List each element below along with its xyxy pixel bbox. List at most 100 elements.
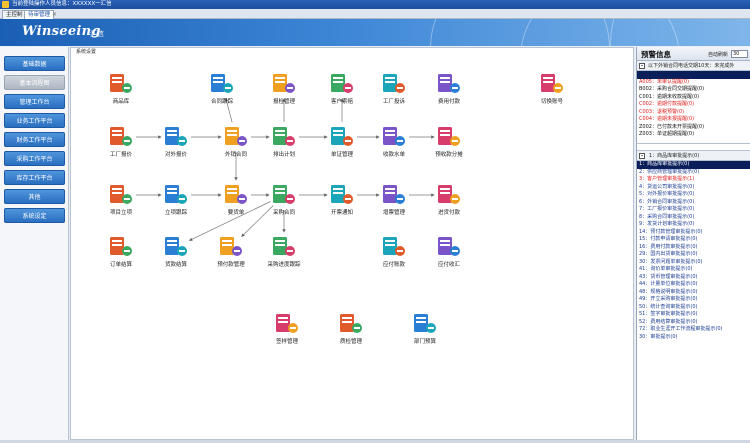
audit-item[interactable]: 15：付款申请审批提示(0) — [637, 236, 750, 244]
audit-item[interactable]: 1：商品库审批提示(0) — [637, 161, 750, 169]
node-label: 要货单 — [228, 208, 245, 216]
audit-item[interactable]: 7：工厂报价审批提示(0) — [637, 206, 750, 214]
audit-item[interactable]: 49：开立采购审批提示(0) — [637, 296, 750, 304]
node-label: 工厂报价 — [110, 150, 133, 158]
tab-pending-review[interactable]: 待审管理 — [24, 10, 55, 19]
audit-item[interactable]: 4：货运公司审批提示(0) — [637, 184, 750, 192]
sidebar-item-8[interactable]: 系统设定 — [4, 208, 65, 223]
window-title: 当前登陆操作人员信息：XXXXXX一汇信 — [12, 1, 112, 7]
node-sales-contract[interactable]: 外销合同 — [225, 127, 248, 158]
sidebar-item-1[interactable]: 基本流程图 — [4, 75, 65, 90]
progress-icon — [273, 237, 295, 256]
node-label: 进货付款 — [438, 208, 461, 216]
sidebar-item-0[interactable]: 基础数据 — [4, 56, 65, 71]
node-label: 应付收汇 — [438, 260, 461, 268]
switch-user-icon — [541, 74, 563, 93]
warning-item[interactable]: C002：逾期付款提醒(0) — [637, 101, 750, 109]
sidebar-item-5[interactable]: 采购工作平台 — [4, 151, 65, 166]
node-expense-pay[interactable]: 费用付款 — [438, 74, 461, 105]
brand-logo-cn: 汇信 — [90, 30, 104, 38]
node-request[interactable]: 要货单 — [225, 185, 247, 216]
node-prepay[interactable]: 预收款分摊 — [435, 127, 463, 158]
warning-item[interactable]: Z002：已付款未开票提醒(0) — [637, 124, 750, 132]
node-factory-quote[interactable]: 工厂报价 — [110, 127, 133, 158]
node-quote[interactable]: 对外报价 — [165, 127, 188, 158]
warning-item[interactable]: B002：采购合同交期提醒(0) — [637, 86, 750, 94]
warning-item[interactable]: C001：逾期未收款提醒(0) — [637, 94, 750, 102]
node-forex[interactable]: 应付收汇 — [438, 237, 461, 268]
node-switch-user[interactable]: 切换账号 — [541, 74, 564, 105]
audit-item[interactable]: 6：外销合同审批提示(0) — [637, 199, 750, 207]
warning-item[interactable]: C003：退税预警(0) — [637, 109, 750, 117]
node-payable[interactable]: 应付账款 — [383, 237, 406, 268]
audit-item[interactable]: 30：发票问题单审批提示(0) — [637, 259, 750, 267]
audit-item[interactable]: 14：预付款管理审批提示(0) — [637, 229, 750, 237]
purchase-pay-icon — [438, 185, 460, 204]
node-receipt[interactable]: 收款水单 — [383, 127, 406, 158]
audit-item[interactable]: 51：签字审批审批提示(0) — [637, 311, 750, 319]
warning-item[interactable] — [637, 71, 750, 79]
sidebar-item-7[interactable]: 其他 — [4, 189, 65, 204]
node-inspection[interactable]: 报检管理 — [273, 74, 296, 105]
node-project[interactable]: 项目立项 — [110, 185, 133, 216]
warning-section-header[interactable]: - 以下外销合同电话交期10天：未完成外 — [637, 61, 750, 71]
warning-item[interactable]: A005：未审认提醒(0) — [637, 79, 750, 87]
close-tab-icon[interactable]: × — [52, 11, 57, 18]
node-project-track[interactable]: 立项跟踪 — [165, 185, 188, 216]
node-qc[interactable]: 质检管理 — [340, 314, 363, 345]
refresh-interval-select[interactable]: 30 — [731, 50, 748, 58]
node-contract-track[interactable]: 合同跟踪 — [211, 74, 234, 105]
node-document[interactable]: 单证管理 — [331, 127, 354, 158]
node-order-settle[interactable]: 订单结算 — [110, 237, 133, 268]
audit-item[interactable]: 43：货币管理审批提示(0) — [637, 274, 750, 282]
audit-item[interactable]: 41：询价单审批提示(0) — [637, 266, 750, 274]
node-progress[interactable]: 采购进度跟踪 — [267, 237, 301, 268]
audit-item[interactable]: 30：审批提示(0) — [637, 334, 750, 342]
node-label: 商品库 — [113, 97, 130, 105]
audit-item[interactable]: 9：发货计划审批提示(0) — [637, 221, 750, 229]
qc-icon — [340, 314, 362, 333]
warning-item[interactable]: Z003：单证超期提醒(0) — [637, 131, 750, 139]
node-budget[interactable]: 部门预算 — [414, 314, 437, 345]
audit-item[interactable]: 72：职业生涯开工作流程审批提示(0) — [637, 326, 750, 334]
alert-header: 预警信息 自动刷新 30 — [637, 47, 750, 61]
sidebar-item-4[interactable]: 财务工作平台 — [4, 132, 65, 147]
node-label: 预付款管理 — [217, 260, 245, 268]
audit-item[interactable]: 8：采购合同审批提示(0) — [637, 214, 750, 222]
sidebar-item-2[interactable]: 管理工作台 — [4, 94, 65, 109]
node-invoice[interactable]: 开票通知 — [331, 185, 353, 216]
audit-section-header[interactable]: -1：商品库审批提示(0) — [637, 150, 750, 161]
tab-main-control[interactable]: 主控制 — [2, 10, 27, 19]
collapse-icon[interactable]: - — [639, 63, 645, 69]
node-purchase-contract[interactable]: 采购合同 — [273, 185, 296, 216]
sidebar-item-6[interactable]: 库存工作平台 — [4, 170, 65, 185]
audit-item[interactable]: 48：规格说明审批提示(0) — [637, 289, 750, 297]
audit-item[interactable]: 16：费用付款审批提示(0) — [637, 244, 750, 252]
collapse-icon[interactable]: - — [639, 153, 645, 159]
audit-item[interactable]: 44：计量单位审批提示(0) — [637, 281, 750, 289]
app-icon — [2, 1, 9, 8]
node-label: 外销合同 — [225, 150, 248, 158]
audit-item[interactable]: 5：对外报价审批提示(0) — [637, 191, 750, 199]
node-schedule[interactable]: 排出计划 — [273, 127, 295, 158]
warning-item[interactable]: C004：逾期未报提醒(0) — [637, 116, 750, 124]
node-purchase-pay[interactable]: 进货付款 — [438, 185, 461, 216]
node-prepaid[interactable]: 预付款管理 — [217, 237, 245, 268]
node-label: 质检管理 — [340, 337, 363, 345]
quote-icon — [165, 127, 187, 146]
node-claim[interactable]: 客户索赔 — [331, 74, 354, 105]
node-label: 采购进度跟踪 — [267, 260, 301, 268]
node-payment-settle[interactable]: 货款结算 — [165, 237, 188, 268]
node-warehouse[interactable]: 商品库 — [110, 74, 132, 105]
audit-item[interactable]: 50：统计查询审批提示(0) — [637, 304, 750, 312]
sidebar-item-3[interactable]: 业务工作平台 — [4, 113, 65, 128]
audit-item[interactable]: 52：费用结算审批提示(0) — [637, 319, 750, 327]
audit-item[interactable]: 29：国内出货审批提示(0) — [637, 251, 750, 259]
node-sample[interactable]: 签样管理 — [276, 314, 299, 345]
audit-item[interactable]: 2：供应商管理审批提示(0) — [637, 169, 750, 177]
node-complaint[interactable]: 工厂投诉 — [383, 74, 406, 105]
node-label: 预收款分摊 — [435, 150, 463, 158]
order-settle-icon — [110, 237, 132, 256]
audit-item[interactable]: 3：客户管理审批提示(1) — [637, 176, 750, 184]
node-vat[interactable]: 增票管理 — [383, 185, 406, 216]
